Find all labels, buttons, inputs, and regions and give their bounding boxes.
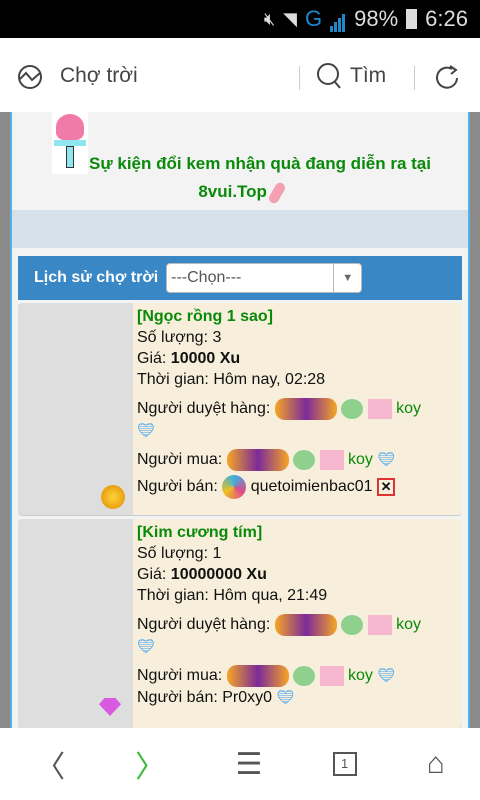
heart-icon: 💙︎ bbox=[137, 638, 155, 654]
bottom-nav: 〈 〉 ☰ 1 ⌂ bbox=[0, 728, 480, 800]
item-name[interactable]: [Kim cương tím] bbox=[137, 522, 458, 543]
buyer-label: Người mua: bbox=[137, 667, 227, 685]
wifi-icon: ◥ bbox=[283, 8, 297, 29]
x-mark-icon: ✕ bbox=[377, 478, 396, 496]
menu-icon[interactable]: ☰ bbox=[235, 747, 262, 782]
item-name[interactable]: [Ngọc rồng 1 sao] bbox=[137, 306, 458, 327]
heart-icon: 💙︎ bbox=[276, 689, 295, 705]
separator-band bbox=[12, 210, 468, 248]
page-title[interactable]: Chợ trời bbox=[60, 64, 138, 88]
badge-wings-icon bbox=[274, 614, 337, 636]
search-button[interactable]: Tìm bbox=[316, 62, 386, 90]
browser-toolbar: Chợ trời Tìm bbox=[0, 38, 480, 112]
badge-wings-icon bbox=[274, 398, 337, 420]
mute-icon: 🔇︎ bbox=[263, 8, 276, 29]
dragon-ball-icon bbox=[101, 485, 125, 509]
page-content: Sự kiện đổi kem nhận quà đang diễn ra tạ… bbox=[10, 112, 470, 728]
item-price: 10000000 Xu bbox=[170, 566, 267, 583]
qty-label: Số lượng: bbox=[137, 545, 213, 562]
pink-crown-icon bbox=[367, 615, 392, 635]
reload-icon[interactable] bbox=[433, 64, 461, 92]
history-select[interactable]: ---Chọn--- ▼ bbox=[166, 263, 363, 293]
heart-icon: 💙︎ bbox=[377, 667, 396, 684]
approver-name[interactable]: koy bbox=[396, 616, 421, 633]
market-item: [Ngọc rồng 1 sao] Số lượng: 3 Giá: 10000… bbox=[18, 303, 462, 516]
pinwheel-icon bbox=[222, 475, 247, 499]
badge-wings-icon bbox=[226, 449, 289, 471]
item-qty: 3 bbox=[212, 329, 222, 346]
buyer-name[interactable]: koy bbox=[348, 451, 373, 468]
green-crown-icon bbox=[341, 615, 364, 635]
pink-crown-icon bbox=[319, 666, 344, 686]
history-label: Lịch sử chợ trời bbox=[34, 269, 159, 286]
event-text: Sự kiện đổi kem nhận quà đang diễn ra tạ… bbox=[89, 154, 431, 173]
site-icon bbox=[18, 65, 42, 89]
buyer-label: Người mua: bbox=[137, 451, 227, 469]
select-value: ---Chọn--- bbox=[171, 269, 242, 286]
approver-label: Người duyệt hàng: bbox=[137, 616, 275, 634]
battery-icon bbox=[406, 9, 418, 29]
buyer-name[interactable]: koy bbox=[348, 667, 373, 684]
badge-wings-icon bbox=[226, 665, 289, 687]
pink-crown-icon bbox=[367, 399, 392, 419]
status-bar: 🔇︎ ◥ G 98% 6:26 bbox=[0, 0, 480, 38]
event-banner: Sự kiện đổi kem nhận quà đang diễn ra tạ… bbox=[12, 112, 468, 210]
forward-icon[interactable]: 〉 bbox=[135, 742, 165, 786]
event-site-link[interactable]: 8vui.Top bbox=[198, 182, 267, 201]
pink-crown-icon bbox=[319, 450, 344, 470]
item-time: Hôm nay, 02:28 bbox=[213, 371, 326, 388]
home-icon[interactable]: ⌂ bbox=[427, 747, 445, 781]
ice-cream-icon bbox=[52, 112, 88, 174]
item-qty: 1 bbox=[212, 545, 222, 562]
seller-name[interactable]: Pr0xy0 bbox=[222, 689, 272, 706]
seller-label: Người bán: bbox=[137, 478, 223, 496]
search-label: Tìm bbox=[350, 64, 387, 87]
green-crown-icon bbox=[293, 666, 316, 686]
price-label: Giá: bbox=[137, 350, 171, 367]
search-icon bbox=[317, 63, 341, 89]
chevron-down-icon: ▼ bbox=[333, 264, 361, 292]
back-icon[interactable]: 〈 bbox=[35, 742, 65, 786]
heart-icon: 💙︎ bbox=[137, 422, 155, 438]
signal-icon bbox=[330, 6, 346, 32]
green-crown-icon bbox=[341, 399, 364, 419]
approver-label: Người duyệt hàng: bbox=[137, 400, 275, 418]
clock: 6:26 bbox=[425, 6, 468, 31]
market-item: [Kim cương tím] Số lượng: 1 Giá: 1000000… bbox=[18, 519, 462, 728]
tabs-button[interactable]: 1 bbox=[332, 752, 357, 776]
purple-diamond-icon bbox=[99, 698, 121, 716]
popsicle-icon bbox=[266, 180, 287, 205]
green-crown-icon bbox=[293, 450, 316, 470]
price-label: Giá: bbox=[137, 566, 171, 583]
item-price: 10000 Xu bbox=[170, 350, 241, 367]
network-type: G bbox=[305, 6, 323, 31]
battery-level: 98% bbox=[354, 6, 399, 31]
item-time: Hôm qua, 21:49 bbox=[213, 587, 328, 604]
seller-name[interactable]: quetoimienbac01 bbox=[251, 478, 373, 495]
approver-name[interactable]: koy bbox=[396, 400, 421, 417]
heart-icon: 💙︎ bbox=[377, 451, 396, 468]
seller-label: Người bán: bbox=[137, 689, 223, 706]
time-label: Thời gian: bbox=[137, 371, 214, 388]
qty-label: Số lượng: bbox=[137, 329, 213, 346]
history-header: Lịch sử chợ trời ---Chọn--- ▼ bbox=[18, 256, 462, 300]
time-label: Thời gian: bbox=[137, 587, 214, 604]
